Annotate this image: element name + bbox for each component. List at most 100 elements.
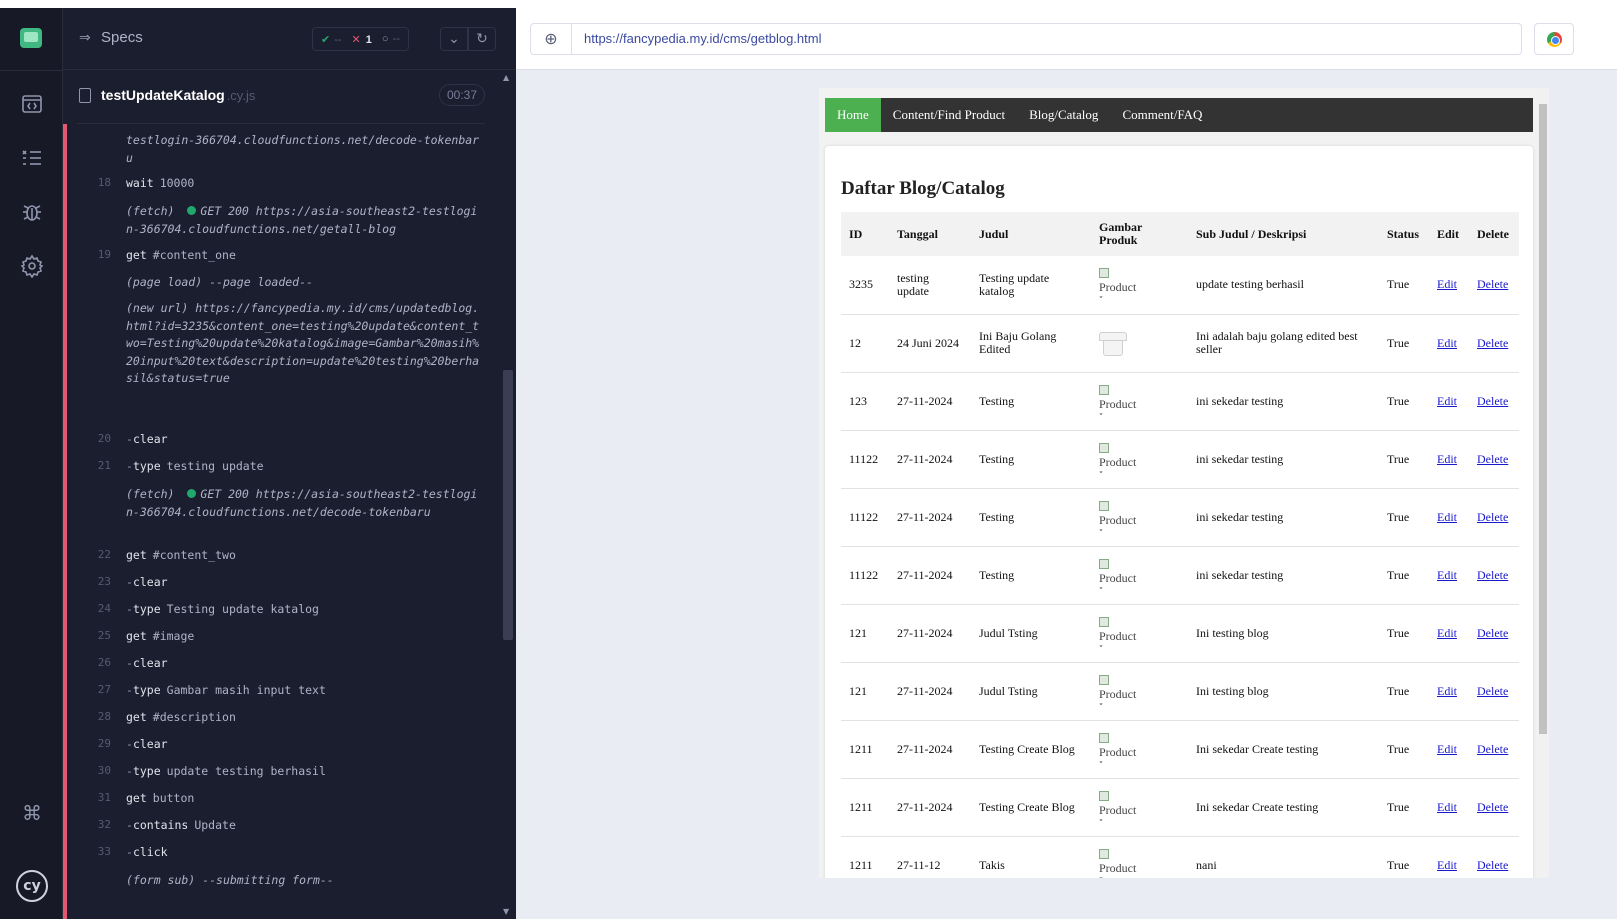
cell-edit: Edit [1429,662,1469,721]
command-row[interactable]: -type testing update [126,459,264,473]
edit-link[interactable]: Edit [1437,336,1457,350]
page-heading: Daftar Blog/Catalog [841,178,1005,199]
cell-tanggal: 27-11-2024 [889,720,971,779]
specs-list-icon[interactable] [19,146,45,172]
line-number: 21 [97,459,111,472]
command-row[interactable]: -clear [126,575,168,589]
edit-link[interactable]: Edit [1437,394,1457,408]
iframe-scrollbar-thumb[interactable] [1539,104,1547,734]
command-row[interactable]: wait 10000 [126,176,194,190]
command-name: get [126,548,147,562]
delete-link[interactable]: Delete [1477,742,1508,756]
command-row[interactable]: -click [126,845,168,859]
edit-link[interactable]: Edit [1437,626,1457,640]
column-header: ID [841,212,889,256]
keyboard-shortcuts-icon[interactable]: ⌘ [19,800,45,826]
child-indicator: - [126,764,133,778]
command-row[interactable]: -type Testing update katalog [126,602,319,616]
event-row[interactable]: (new url) https://fancypedia.my.id/cms/u… [126,300,481,388]
nav-item-comment-faq[interactable]: Comment/FAQ [1110,98,1214,132]
nav-item-home[interactable]: Home [825,98,881,132]
delete-link[interactable]: Delete [1477,858,1508,872]
selector-playground-icon[interactable]: ⊕ [530,23,572,55]
command-arg: #content_one [152,248,236,262]
cell-status: True [1379,720,1429,779]
event-row[interactable]: (form sub) --submitting form-- [126,872,481,890]
cell-judul: Testing Create Blog [971,720,1091,779]
scroll-down-icon[interactable]: ▼ [503,907,509,916]
cell-gambar: Product Image [1091,778,1188,837]
specs-title[interactable]: Specs [101,29,143,46]
command-arg: Update [194,818,236,832]
command-name: wait [126,176,154,190]
cell-delete: Delete [1469,430,1519,489]
event-row[interactable]: testlogin-366704.cloudfunctions.net/deco… [126,132,481,167]
delete-link[interactable]: Delete [1477,684,1508,698]
edit-link[interactable]: Edit [1437,858,1457,872]
iframe-scrollbar[interactable] [1537,88,1549,878]
cell-deskripsi: Ini testing blog [1188,662,1379,721]
edit-link[interactable]: Edit [1437,684,1457,698]
scroll-up-icon[interactable]: ▲ [503,73,509,82]
cell-id: 1211 [841,778,889,837]
event-row[interactable]: (fetch) GET 200 https://asia-southeast2-… [126,486,481,521]
event-row[interactable]: (page load) --page loaded-- [126,274,481,292]
specs-toggle-icon[interactable]: ⇒ [79,30,91,46]
cell-deskripsi: Ini adalah baju golang edited best selle… [1188,314,1379,373]
command-row[interactable]: -clear [126,432,168,446]
command-row[interactable]: -contains Update [126,818,236,832]
delete-link[interactable]: Delete [1477,626,1508,640]
command-row[interactable]: -clear [126,737,168,751]
debug-icon[interactable] [19,200,45,226]
event-row[interactable]: (fetch) GET 200 https://asia-southeast2-… [126,203,481,238]
command-row[interactable]: -type update testing berhasil [126,764,326,778]
cell-judul: Testing [971,430,1091,489]
table-row: 1112227-11-2024Testing Product Image ini s… [841,546,1519,605]
cypress-logo[interactable]: cy [16,870,48,902]
rerun-icon[interactable]: ↻ [468,27,496,51]
command-name: clear [132,737,168,751]
edit-link[interactable]: Edit [1437,568,1457,582]
command-row[interactable]: get #content_two [126,548,236,562]
app-logo-icon[interactable] [20,28,42,48]
command-row[interactable]: get #description [126,710,236,724]
command-arg: button [152,791,195,805]
edit-link[interactable]: Edit [1437,800,1457,814]
delete-link[interactable]: Delete [1477,800,1508,814]
command-row[interactable]: get #image [126,629,194,643]
delete-link[interactable]: Delete [1477,394,1508,408]
delete-link[interactable]: Delete [1477,568,1508,582]
cell-delete: Delete [1469,546,1519,605]
scrollbar-thumb[interactable] [503,370,513,640]
column-header: Edit [1429,212,1469,256]
command-row[interactable]: -clear [126,656,168,670]
nav-item-blog-catalog[interactable]: Blog/Catalog [1017,98,1110,132]
delete-link[interactable]: Delete [1477,452,1508,466]
delete-link[interactable]: Delete [1477,510,1508,524]
line-number: 25 [97,629,111,642]
edit-link[interactable]: Edit [1437,452,1457,466]
url-field[interactable]: https://fancypedia.my.id/cms/getblog.htm… [572,23,1522,55]
cell-id: 12 [841,314,889,373]
command-log-scrollbar[interactable]: ▲ ▼ [500,70,516,919]
delete-link[interactable]: Delete [1477,277,1508,291]
test-header[interactable]: testUpdateKatalog .cy.js 00:37 [77,84,485,124]
settings-icon[interactable] [19,254,45,280]
cell-tanggal: 27-11-2024 [889,778,971,837]
cell-judul: Testing [971,372,1091,431]
edit-link[interactable]: Edit [1437,277,1457,291]
broken-image-icon: Product Image [1099,791,1139,821]
command-row[interactable]: get #content_one [126,248,236,262]
cell-delete: Delete [1469,372,1519,431]
delete-link[interactable]: Delete [1477,336,1508,350]
table-row: 1112227-11-2024Testing Product Image ini s… [841,488,1519,547]
cell-delete: Delete [1469,720,1519,779]
browser-icon[interactable] [1534,23,1574,55]
edit-link[interactable]: Edit [1437,742,1457,756]
chevron-down-icon[interactable]: ⌄ [440,27,468,51]
command-row[interactable]: -type Gambar masih input text [126,683,326,697]
nav-item-content-find-product[interactable]: Content/Find Product [881,98,1017,132]
runs-icon[interactable] [19,92,45,118]
command-row[interactable]: get button [126,791,194,805]
edit-link[interactable]: Edit [1437,510,1457,524]
